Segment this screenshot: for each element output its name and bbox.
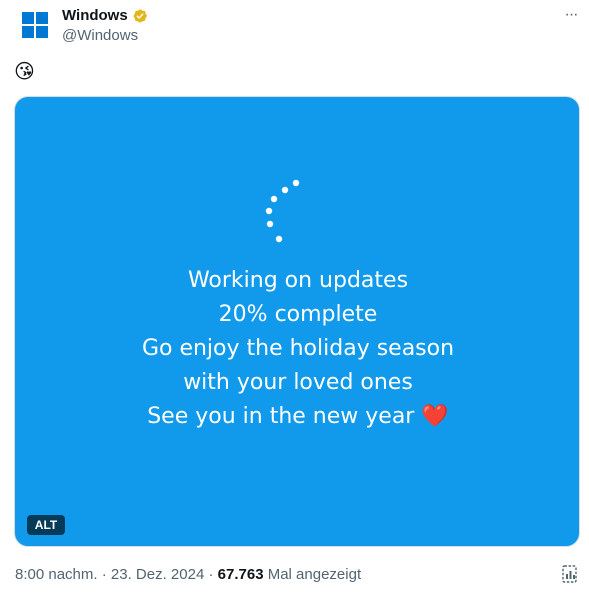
more-options-icon[interactable]: ··· [560, 6, 582, 24]
update-line: See you in the new year [147, 404, 415, 429]
tweet-media-image[interactable]: Working on updates 20% complete Go enjoy… [14, 96, 580, 547]
tweet-text: 😘 [14, 61, 35, 83]
author-name-row: Windows [62, 7, 148, 25]
views-count: 67.763 [217, 566, 264, 583]
update-line: with your loved ones [183, 370, 413, 395]
tweet: Windows @Windows ··· 😘 Working on update… [0, 0, 589, 594]
tweet-date[interactable]: 23. Dez. 2024 [111, 566, 204, 583]
update-line: Working on updates [187, 268, 409, 293]
handle[interactable]: @Windows [62, 27, 138, 45]
tweet-metadata: 8:00 nachm. · 23. Dez. 2024 · 67.763 Mal… [15, 566, 361, 584]
display-name[interactable]: Windows [62, 7, 128, 25]
tweet-time[interactable]: 8:00 nachm. [15, 566, 98, 583]
verified-badge-icon[interactable] [132, 8, 148, 24]
views-label: Mal angezeigt [263, 566, 362, 583]
heart-icon: ❤️ [421, 404, 449, 429]
alt-text-badge[interactable]: ALT [27, 515, 65, 535]
update-line: Go enjoy the holiday season [141, 336, 455, 361]
update-line-last: See you in the new year ❤️ [15, 400, 579, 434]
separator: · [204, 566, 218, 583]
separator: · [97, 566, 111, 583]
windows-logo-icon[interactable] [22, 12, 48, 38]
analytics-icon[interactable] [560, 564, 580, 584]
update-line: 20% complete [218, 302, 378, 327]
update-message: Working on updates 20% complete Go enjoy… [15, 264, 579, 434]
